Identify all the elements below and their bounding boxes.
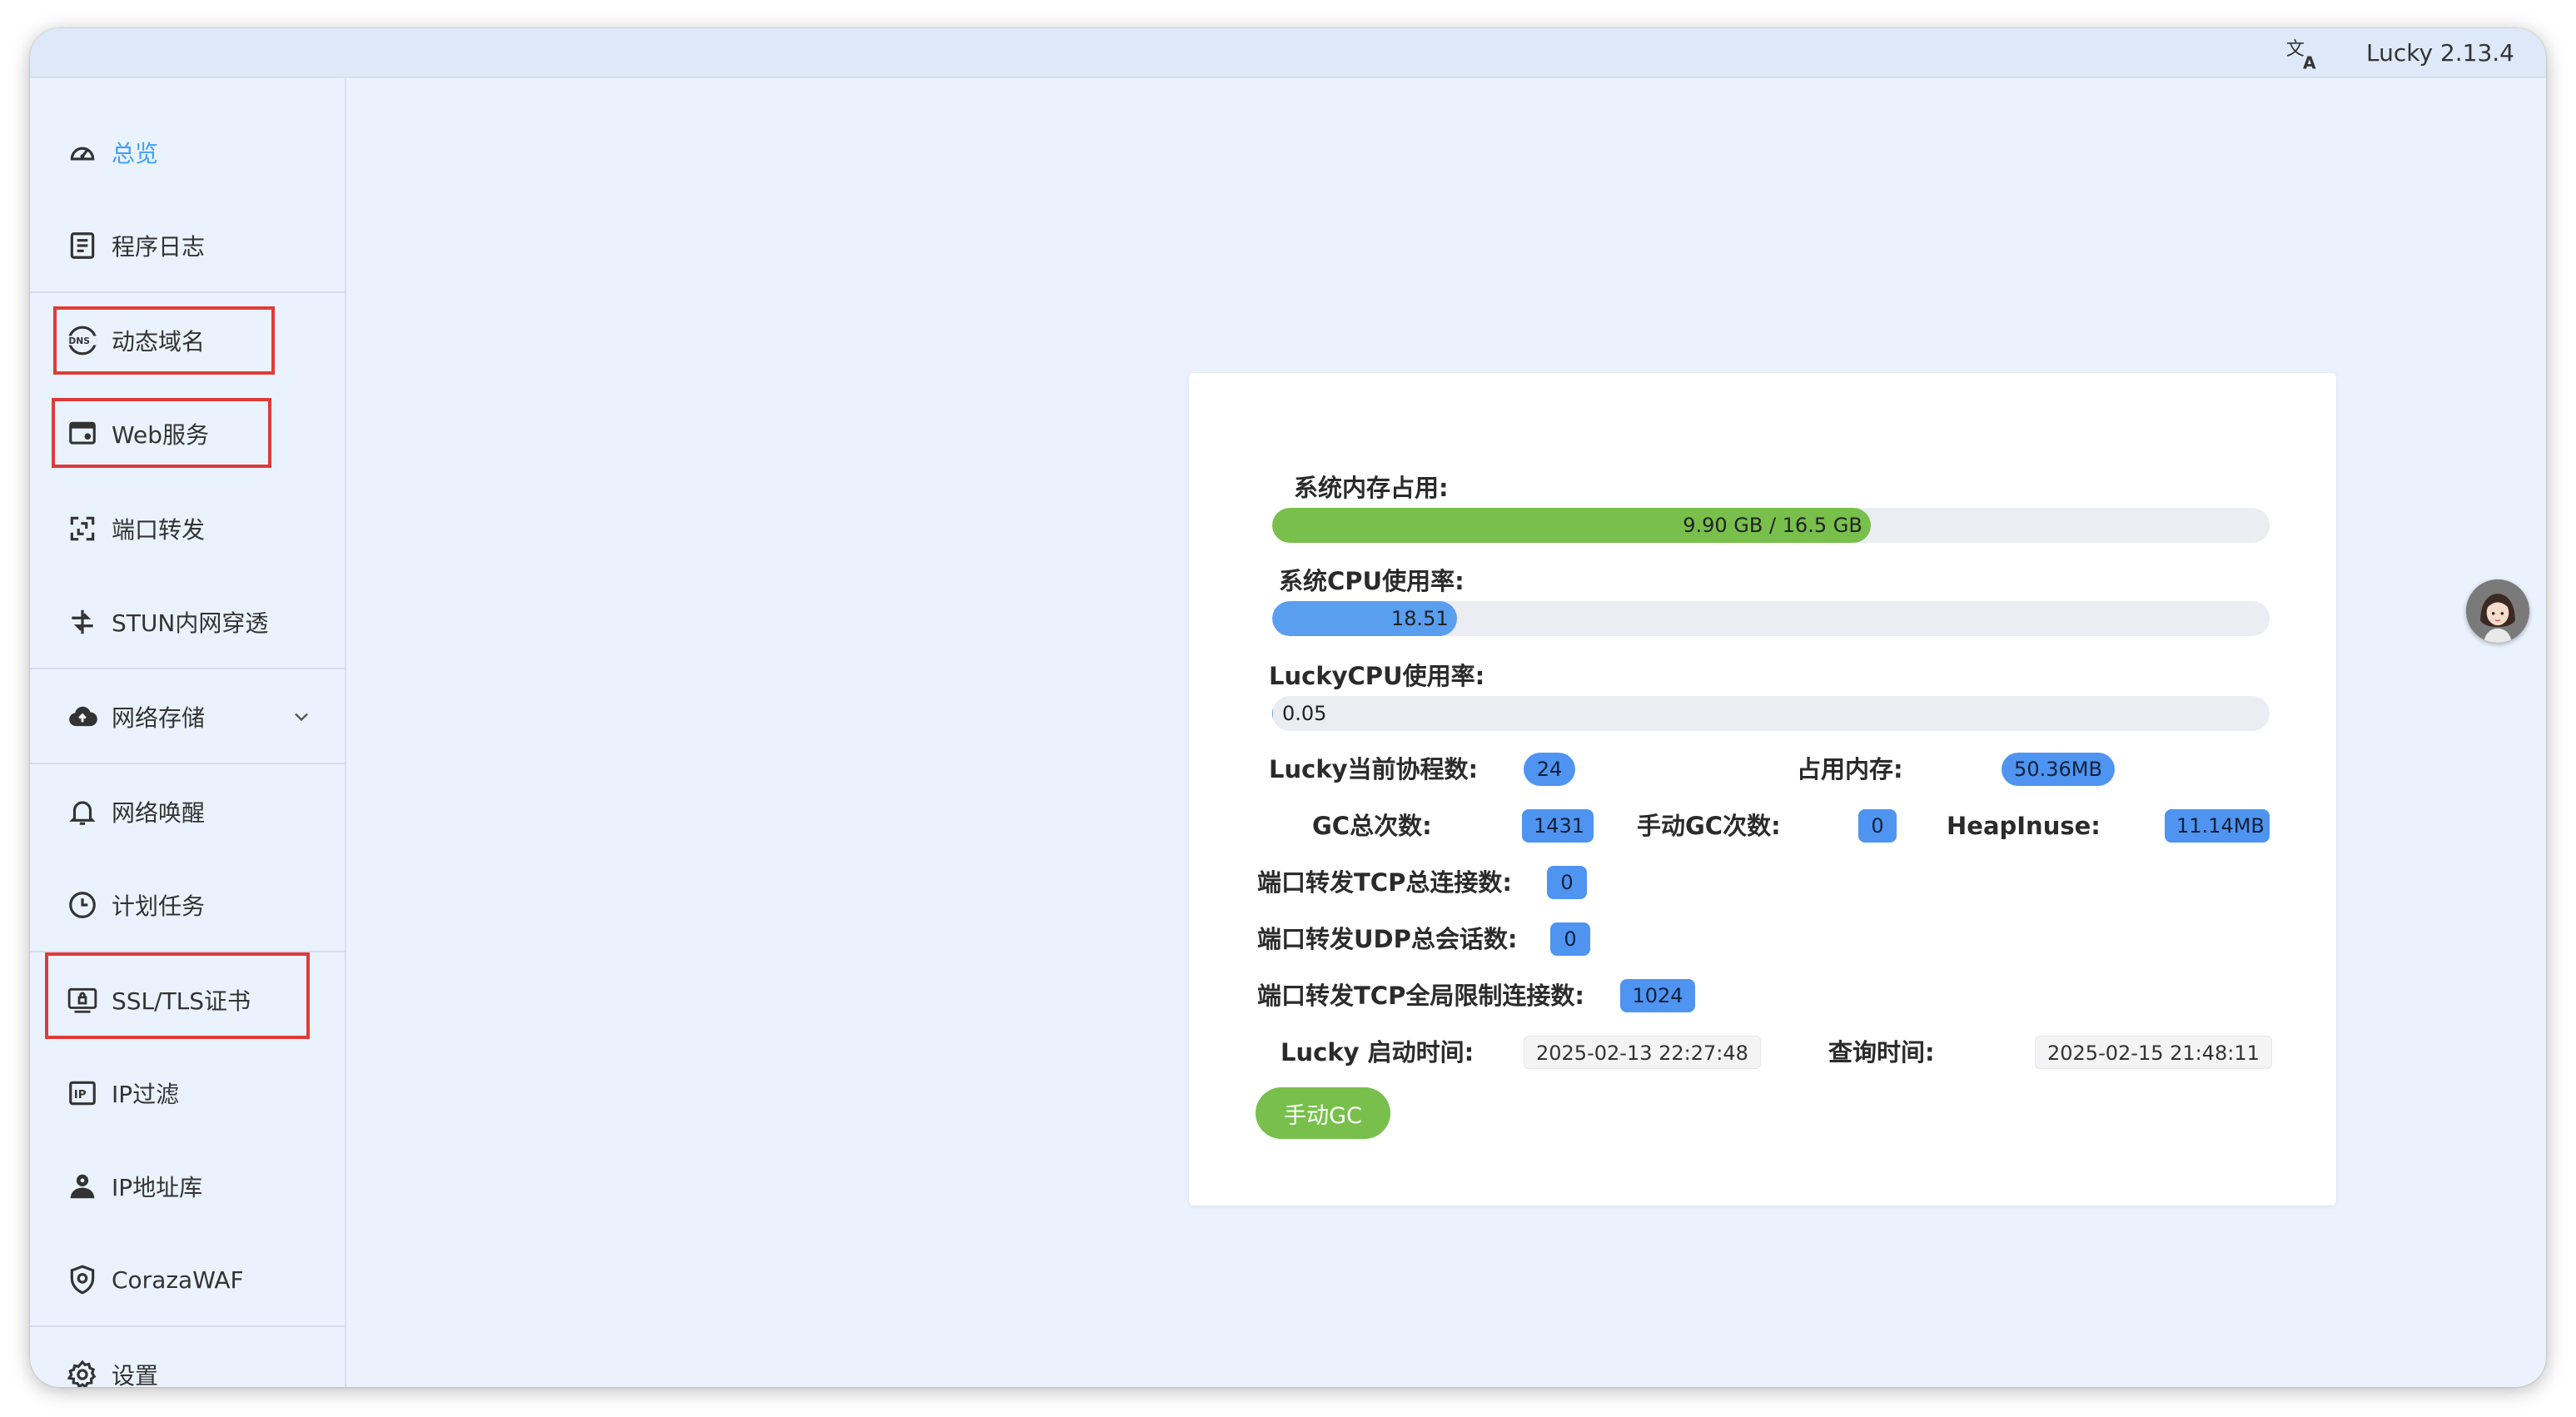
highlight-box-ddns: [53, 306, 275, 375]
start-time-label: Lucky 启动时间:: [1281, 1038, 1474, 1066]
sidebar-item-coraza-waf[interactable]: CorazaWAF: [30, 1250, 345, 1309]
sidebar-item-stun[interactable]: STUN内网穿透: [30, 593, 345, 651]
memory-used-badge: 50.36MB: [2002, 753, 2115, 786]
sidebar-item-label: 网络存储: [112, 704, 206, 732]
memory-value: 9.90 GB / 16.5 GB: [1683, 514, 1862, 537]
sidebar-item-logs[interactable]: 程序日志: [30, 216, 345, 275]
sidebar-divider: [30, 763, 345, 764]
sidebar-item-port-forward[interactable]: 端口转发: [30, 500, 345, 558]
tcp-limit-label: 端口转发TCP全局限制连接数:: [1257, 982, 1584, 1010]
query-time-value: 2025-02-15 21:48:11: [2035, 1036, 2272, 1069]
manual-gc-badge: 0: [1858, 809, 1897, 843]
avatar[interactable]: [2466, 579, 2529, 643]
sidebar-item-label: IP地址库: [112, 1174, 203, 1201]
user-location-icon: [67, 1171, 98, 1202]
svg-text:IP: IP: [74, 1089, 87, 1101]
sidebar-item-overview[interactable]: 总览: [30, 123, 345, 181]
sidebar-item-label: STUN内网穿透: [112, 609, 269, 637]
chevron-down-icon[interactable]: [290, 705, 313, 728]
dashboard-icon: [67, 137, 98, 168]
app-version: Lucky 2.13.4: [2366, 39, 2514, 67]
gc-total-label: GC总次数:: [1312, 812, 1432, 840]
memory-used-label: 占用内存:: [1797, 755, 1903, 783]
udp-total-label: 端口转发UDP总会话数:: [1257, 925, 1518, 953]
main-content: 系统内存占用: 9.90 GB / 16.5 GB 系统CPU使用率: 18.5…: [346, 78, 2546, 1387]
start-time-value: 2025-02-13 22:27:48: [1524, 1036, 1761, 1069]
cloud-storage-icon: [67, 701, 98, 733]
highlight-box-web-service: [52, 398, 271, 468]
sidebar-item-label: 总览: [112, 140, 159, 167]
udp-total-badge: 0: [1550, 922, 1590, 956]
memory-label: 系统内存占用:: [1294, 474, 1449, 502]
cpu-value: 18.51: [1391, 607, 1449, 630]
highlight-box-ssl: [45, 952, 310, 1039]
sidebar-divider: [30, 291, 345, 293]
tcp-total-badge: 0: [1547, 866, 1587, 899]
sidebar-item-settings[interactable]: 设置: [30, 1345, 345, 1387]
sidebar-divider: [30, 668, 345, 669]
gear-icon: [67, 1359, 98, 1387]
sidebar-item-network-storage[interactable]: 网络存储: [30, 688, 345, 746]
lucky-cpu-progress: 0.05: [1272, 696, 2270, 731]
sidebar-item-label: 程序日志: [112, 233, 206, 261]
sidebar-item-scheduled-tasks[interactable]: 计划任务: [30, 876, 345, 934]
log-icon: [67, 230, 98, 261]
manual-gc-label: 手动GC次数:: [1637, 812, 1781, 840]
sidebar-item-label: 端口转发: [112, 516, 206, 544]
sidebar-item-wake-on-lan[interactable]: 网络唤醒: [30, 783, 345, 841]
goroutines-label: Lucky当前协程数:: [1269, 755, 1479, 783]
sidebar-divider: [30, 1325, 345, 1327]
tcp-limit-badge: 1024: [1620, 979, 1695, 1012]
heap-badge: 11.14MB: [2165, 809, 2270, 843]
shield-icon: [67, 1264, 98, 1295]
svg-text:文: 文: [2286, 39, 2305, 60]
port-forward-icon: [67, 513, 98, 544]
query-time-label: 查询时间:: [1828, 1038, 1935, 1066]
translate-icon[interactable]: 文A: [2285, 35, 2321, 73]
lucky-cpu-label: LuckyCPU使用率:: [1269, 662, 1485, 690]
goroutines-badge: 24: [1524, 753, 1575, 786]
status-card: 系统内存占用: 9.90 GB / 16.5 GB 系统CPU使用率: 18.5…: [1189, 373, 2336, 1206]
gc-total-badge: 1431: [1522, 809, 1594, 843]
sidebar-item-label: 网络唤醒: [112, 799, 206, 827]
memory-progress: 9.90 GB / 16.5 GB: [1272, 508, 2270, 543]
sidebar-item-label: IP过滤: [112, 1081, 180, 1108]
bell-icon: [67, 796, 98, 828]
memory-progress-fill: 9.90 GB / 16.5 GB: [1272, 508, 1871, 543]
lucky-cpu-value: 0.05: [1282, 702, 1327, 725]
sidebar-item-ip-filter[interactable]: IP IP过滤: [30, 1064, 345, 1122]
clock-icon: [67, 889, 98, 921]
cpu-progress: 18.51: [1272, 601, 2270, 636]
svg-text:A: A: [2303, 52, 2316, 72]
sidebar: 总览 程序日志 DNS 动态域名 Web服务 端口转发 STUN内网穿透 网络存…: [30, 78, 346, 1387]
sidebar-item-ip-database[interactable]: IP地址库: [30, 1157, 345, 1216]
sidebar-item-label: 设置: [112, 1362, 159, 1387]
sidebar-item-label: CorazaWAF: [112, 1265, 244, 1294]
app-window: 文A Lucky 2.13.4 总览 程序日志 DNS 动态域名 Web服务 端…: [30, 28, 2546, 1387]
top-bar: 文A Lucky 2.13.4: [30, 28, 2546, 78]
cpu-progress-fill: 18.51: [1272, 601, 1457, 636]
lucky-cpu-progress-fill: [1272, 696, 1273, 731]
tcp-total-label: 端口转发TCP总连接数:: [1257, 868, 1512, 897]
ip-filter-icon: IP: [67, 1077, 98, 1109]
cpu-label: 系统CPU使用率:: [1279, 567, 1465, 595]
sidebar-item-label: 计划任务: [112, 892, 206, 920]
stun-icon: [67, 606, 98, 638]
heap-label: HeapInuse:: [1947, 812, 2101, 840]
manual-gc-button[interactable]: 手动GC: [1256, 1087, 1390, 1139]
